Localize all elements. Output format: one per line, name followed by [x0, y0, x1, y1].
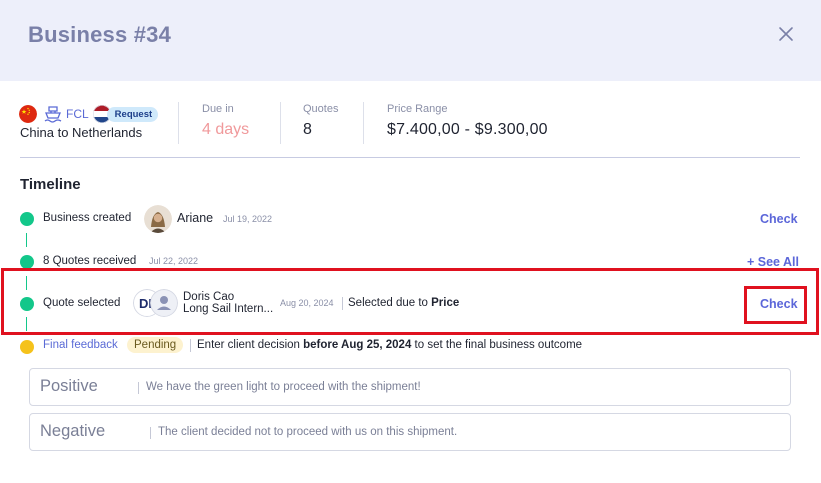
due-label: Due in — [202, 103, 234, 115]
timeline-event-business-created: Business created Ariane Jul 19, 2022 Che… — [0, 204, 821, 234]
event-date: Jul 19, 2022 — [223, 214, 273, 224]
shipment-mode: FCL — [66, 107, 89, 121]
option-description: The client decided not to proceed with u… — [158, 426, 458, 438]
close-icon[interactable] — [774, 22, 798, 46]
event-label: 8 Quotes received — [43, 255, 137, 267]
highlight-box — [1, 268, 819, 335]
separator — [150, 427, 151, 439]
event-label: Business created — [43, 212, 132, 224]
instruction-deadline: before Aug 25, 2024 — [303, 339, 412, 351]
divider — [363, 102, 364, 144]
divider — [178, 102, 179, 144]
divider — [280, 102, 281, 144]
separator — [190, 339, 191, 352]
timeline-connector — [26, 233, 27, 247]
user-name: Ariane — [177, 211, 214, 225]
status-dot — [20, 255, 34, 269]
user-avatar — [144, 205, 172, 233]
option-title: Positive — [40, 377, 98, 395]
option-description: We have the green light to proceed with … — [146, 381, 421, 393]
quotes-value: 8 — [303, 121, 312, 138]
price-range-label: Price Range — [387, 103, 448, 115]
timeline-title: Timeline — [20, 176, 81, 193]
business-summary: FCL Request China to Netherlands Due in … — [0, 96, 821, 156]
ship-icon — [44, 106, 62, 123]
highlight-box — [744, 286, 807, 324]
due-value: 4 days — [202, 121, 250, 138]
negative-option[interactable]: Negative The client decided not to proce… — [29, 413, 791, 451]
option-title: Negative — [40, 422, 106, 440]
separator — [138, 382, 139, 394]
request-badge: Request — [106, 106, 159, 122]
feedback-instruction: Enter client decision before Aug 25, 202… — [197, 339, 582, 351]
modal-title: Business #34 — [28, 22, 172, 47]
status-dot — [20, 212, 34, 226]
pending-badge: Pending — [127, 337, 184, 353]
see-all-link[interactable]: + See All — [747, 255, 799, 269]
route-flags: FCL Request — [19, 104, 159, 124]
quotes-label: Quotes — [303, 103, 339, 115]
positive-option[interactable]: Positive We have the green light to proc… — [29, 368, 791, 406]
check-link[interactable]: Check — [760, 212, 798, 226]
price-range-value: $7.400,00 - $9.300,00 — [387, 121, 548, 138]
status-dot — [20, 340, 34, 354]
instruction-text: to set the final business outcome — [411, 339, 583, 351]
section-divider — [20, 157, 800, 158]
route-text: China to Netherlands — [20, 125, 143, 140]
china-flag-icon — [19, 105, 37, 123]
event-date: Jul 22, 2022 — [149, 256, 199, 266]
instruction-text: Enter client decision — [197, 339, 304, 351]
event-label: Final feedback — [43, 339, 118, 351]
modal-header: Business #34 — [0, 0, 821, 81]
